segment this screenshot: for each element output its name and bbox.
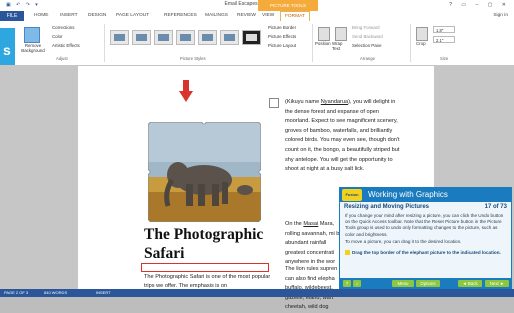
remove-background-button[interactable]: Remove Background bbox=[20, 43, 46, 53]
tutorial-step-text: Drag the top border of the elephant pict… bbox=[352, 250, 501, 255]
picture-style-thumb[interactable] bbox=[154, 30, 173, 45]
next-button[interactable]: Next ► bbox=[485, 280, 509, 287]
tutorial-panel: Fusion Working with Graphics Resizing an… bbox=[339, 187, 512, 290]
width-field[interactable]: 2.1" bbox=[433, 36, 455, 43]
tab-design[interactable]: DESIGN bbox=[88, 13, 106, 18]
bring-forward-button[interactable]: Bring Forward bbox=[352, 25, 380, 30]
height-field[interactable]: 1.8" bbox=[433, 26, 455, 33]
tutorial-subtitle: Resizing and Moving Pictures bbox=[344, 204, 430, 210]
tutorial-step: Drag the top border of the elephant pict… bbox=[345, 250, 507, 256]
picture-style-thumb[interactable] bbox=[242, 30, 261, 45]
corrections-button[interactable]: Corrections bbox=[52, 25, 74, 30]
body-text-right-column-2: On the Masai Mara, rolling savannah, mi … bbox=[285, 220, 345, 268]
step-arrow-icon bbox=[345, 250, 350, 256]
ribbon-separator bbox=[312, 24, 313, 62]
layout-options-icon[interactable] bbox=[269, 98, 279, 108]
artistic-effects-button[interactable]: Artistic Effects bbox=[52, 43, 80, 48]
picture-tools-context-label: PICTURE TOOLS bbox=[258, 0, 318, 11]
window-controls[interactable]: ? ▭ – ▢ ✕ bbox=[449, 2, 510, 8]
position-icon[interactable] bbox=[318, 27, 330, 41]
status-insert[interactable]: INSERT bbox=[96, 290, 111, 295]
right-col-pre: (Kikuyu name bbox=[285, 99, 321, 105]
menu-button[interactable]: Menu bbox=[392, 280, 414, 287]
remove-background-icon[interactable] bbox=[24, 27, 40, 43]
tutorial-title: Working with Graphics bbox=[368, 190, 448, 199]
document-heading: The Photographic bbox=[144, 226, 264, 243]
position-button[interactable]: Position bbox=[315, 41, 331, 46]
crop-icon[interactable] bbox=[416, 27, 428, 41]
ribbon-tabs: FILE HOME INSERT DESIGN PAGE LAYOUT REFE… bbox=[0, 11, 514, 21]
tab-review[interactable]: REVIEW bbox=[237, 13, 256, 18]
picture-style-thumb[interactable] bbox=[220, 30, 239, 45]
picture-style-thumb[interactable] bbox=[110, 30, 129, 45]
arrange-group-label: Arrange bbox=[360, 56, 375, 61]
help-icon[interactable]: ? bbox=[343, 280, 351, 287]
size-group-label: Size bbox=[440, 56, 449, 61]
color-button[interactable]: Color bbox=[52, 34, 63, 39]
drop-target-indicator bbox=[141, 263, 269, 272]
send-backward-button[interactable]: Send Backward bbox=[352, 34, 383, 39]
status-page[interactable]: PAGE 2 OF 3 bbox=[4, 290, 28, 295]
picture-styles-group-label: Picture Styles bbox=[180, 56, 206, 61]
course-side-tab: s bbox=[0, 28, 15, 70]
tab-format[interactable]: FORMAT bbox=[280, 11, 310, 21]
ribbon-separator bbox=[410, 24, 411, 62]
back-button[interactable]: ◄ Back bbox=[458, 280, 482, 287]
wrap-text-button[interactable]: Wrap Text bbox=[332, 41, 346, 51]
tutorial-body-2: To move a picture, you can drag it to th… bbox=[345, 239, 462, 244]
right-col-link: Nyandarua bbox=[320, 99, 349, 105]
right-col2-pre: On the bbox=[285, 221, 304, 227]
tab-page-layout[interactable]: PAGE LAYOUT bbox=[116, 13, 149, 18]
document-heading-line2: Safari bbox=[144, 245, 185, 262]
elephant-picture[interactable] bbox=[148, 122, 261, 222]
tab-insert[interactable]: INSERT bbox=[60, 13, 78, 18]
tutorial-page-count: 17 of 73 bbox=[484, 204, 507, 210]
tab-references[interactable]: REFERENCES bbox=[164, 13, 197, 18]
tab-mailings[interactable]: MAILINGS bbox=[205, 13, 228, 18]
picture-layout-button[interactable]: Picture Layout bbox=[268, 43, 296, 48]
side-tab-glyph: s bbox=[3, 42, 11, 58]
tab-view[interactable]: VIEW bbox=[262, 13, 274, 18]
picture-style-thumb[interactable] bbox=[132, 30, 151, 45]
adjust-group-label: Adjust bbox=[56, 56, 68, 61]
status-words[interactable]: 840 WORDS bbox=[44, 290, 67, 295]
tutorial-header: Fusion Working with Graphics bbox=[340, 188, 511, 202]
options-button[interactable]: Options bbox=[416, 280, 440, 287]
ribbon-separator bbox=[104, 24, 105, 62]
tutorial-nav-bar: ? ♪ Menu Options ◄ Back Next ► bbox=[340, 278, 511, 289]
fusion-logo: Fusion bbox=[342, 189, 362, 201]
title-bar: ▣ ↶ ↷ ▾ Email Escapes Kenya - Word PICTU… bbox=[0, 0, 514, 11]
picture-style-thumb[interactable] bbox=[198, 30, 217, 45]
crop-button[interactable]: Crop bbox=[416, 41, 426, 46]
window-title: Email Escapes Kenya - Word bbox=[224, 1, 290, 7]
status-bar: PAGE 2 OF 3 840 WORDS INSERT bbox=[0, 289, 514, 297]
right-col-post: ), you will delight in the dense forest … bbox=[285, 99, 400, 173]
body-text-right-column: (Kikuyu name Nyandarua), you will deligh… bbox=[285, 98, 403, 175]
tab-file[interactable]: FILE bbox=[0, 11, 24, 21]
right-col2-post: Mara, rolling savannah, mi by abundant r… bbox=[285, 221, 343, 266]
red-arrow-indicator-icon bbox=[179, 80, 193, 102]
tab-home[interactable]: HOME bbox=[34, 13, 48, 18]
tutorial-body: If you change your mind after resizing a… bbox=[345, 213, 504, 237]
ribbon-format: Remove Background Corrections Color Arti… bbox=[0, 21, 514, 66]
audio-icon[interactable]: ♪ bbox=[353, 280, 361, 287]
right-col2-link: Masai bbox=[303, 221, 319, 227]
picture-border-button[interactable]: Picture Border bbox=[268, 25, 296, 30]
picture-effects-button[interactable]: Picture Effects bbox=[268, 34, 296, 39]
selection-pane-button[interactable]: Selection Pane bbox=[352, 43, 382, 48]
wrap-text-icon[interactable] bbox=[335, 27, 347, 41]
sign-in-link[interactable]: Sign in bbox=[493, 13, 508, 18]
picture-style-thumb[interactable] bbox=[176, 30, 195, 45]
